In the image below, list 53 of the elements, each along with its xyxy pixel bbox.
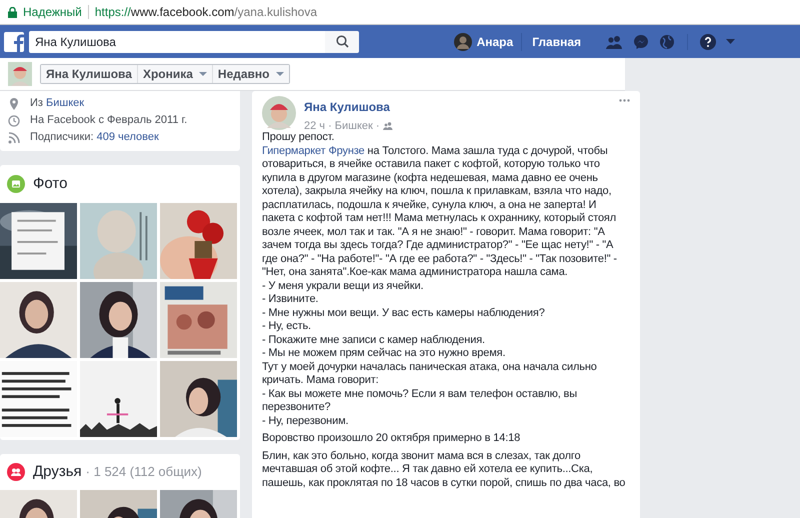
- avatar-icon[interactable]: [262, 96, 296, 130]
- section-title: Фото: [33, 174, 68, 194]
- post-text: Блин, как это больно, когда звонит мама вся в слезах, так долго мечтавшая об этой кофте... Я так давно ей хотела ее купить...Ска, пашешь, как проклятая по 18 часов в сутки порой, спишь по два часа, во: [262, 450, 626, 490]
- intro-text: Из Бишкек: [30, 96, 84, 112]
- photo-icon: [7, 175, 25, 193]
- post-text: - Ну, есть.: [262, 320, 312, 334]
- post-text: - Мы не можем прям сейчас на это нужно время.: [262, 347, 506, 360]
- friends-icon: [7, 463, 25, 481]
- post-text: - Мне нужны мои вещи. У вас есть камеры наблюдения?: [262, 306, 546, 320]
- security-label: Надежный: [23, 4, 82, 21]
- link[interactable]: Бишкек: [46, 97, 84, 110]
- facebook-logo-icon[interactable]: [4, 32, 24, 52]
- search-icon: [336, 35, 348, 48]
- caret-icon: [276, 72, 284, 76]
- help-icon[interactable]: [700, 34, 716, 50]
- author-name[interactable]: Яна Кулишова: [304, 98, 611, 116]
- globe-icon[interactable]: [659, 34, 675, 50]
- section-title: Друзья: [33, 462, 82, 482]
- avatar-icon[interactable]: [8, 62, 32, 86]
- home-link[interactable]: Главная: [522, 32, 591, 50]
- friends-audience-icon[interactable]: [382, 122, 393, 130]
- lock-icon: [8, 6, 17, 18]
- post-text: Воровство произошло 20 октября примерно в 14:18: [262, 432, 522, 446]
- intro-text: На Facebook с Февраль 2011 г.: [30, 113, 188, 128]
- post-text: - Как вы можете мне помочь? Если я вам телефон оставлю, вы перезвоните?: [262, 388, 578, 414]
- post-text: - Покажите мне записи с камер наблюдения.: [262, 334, 486, 347]
- post-text: - Извините.: [262, 293, 320, 306]
- post-text: - У меня украли вещи из ячейки.: [262, 280, 424, 293]
- caret-icon: [198, 72, 207, 76]
- subnav-tab[interactable]: Хроника: [136, 65, 212, 83]
- url-text[interactable]: https://www.facebook.com/yana.kulishova: [94, 3, 318, 21]
- post-text: Гипермаркет Фрунзе на Толстого. Мама зашла туда с дочурой, чтобы отовариться, в ячейке оставила пакет с кофтой, которую только что купила в другом магазине (кофта недешевая, мама давно ее очень хотела), закрыла ячейку на ключ, пошла к прилавкам, взяла что надо, расплатилась, подошла к ячейке, сунула ключ, а она не заперта! И пакета с кофтой там нет!!! Мама метнулась к охраннику, который стоял возле ячеек, мол так и так. "А я не знаю!" - говорит. Мама говорит: "А зачем тогда вы здесь тогда? Где администратор?" - "Ее щас нету!" - "А где она?" - "На работе!"- "А где ее работа?" - "Здесь!" - "Так позовите!" - "Нет, она занята".Кое-как мама администратора нашла сама.: [262, 144, 618, 280]
- post-text: Тут у моей дочурки началась паническая атака, она начала сильно кричать. Мама говорит:: [262, 360, 598, 388]
- intro-text: Подписчики: 409 человек: [30, 130, 159, 146]
- subnav-tab[interactable]: Недавно: [212, 65, 289, 83]
- messenger-icon[interactable]: [633, 34, 649, 50]
- user-link[interactable]: Анара: [454, 32, 522, 50]
- subnav-tab[interactable]: Яна Кулишова: [41, 65, 137, 83]
- search-field[interactable]: Яна Кулишова: [29, 30, 325, 52]
- friends-icon[interactable]: [605, 34, 623, 48]
- clock-icon: [8, 114, 20, 126]
- rss-icon: [8, 132, 20, 144]
- post-text: - Ну, перезвоним.: [262, 414, 350, 428]
- link[interactable]: 409 человек: [96, 131, 159, 144]
- search-button[interactable]: [325, 30, 359, 52]
- post-text: Прошу репост.: [262, 131, 336, 144]
- caret-icon[interactable]: [726, 39, 735, 44]
- link[interactable]: Гипермаркет Фрунзе: [262, 144, 365, 156]
- more-options-icon[interactable]: [619, 99, 630, 102]
- friends-count: · 1 524 (112 общих): [86, 463, 202, 482]
- location-pin-icon: [9, 98, 19, 110]
- avatar-icon: [454, 32, 472, 50]
- post-meta: 22 ч · Бишкек ·: [304, 119, 380, 134]
